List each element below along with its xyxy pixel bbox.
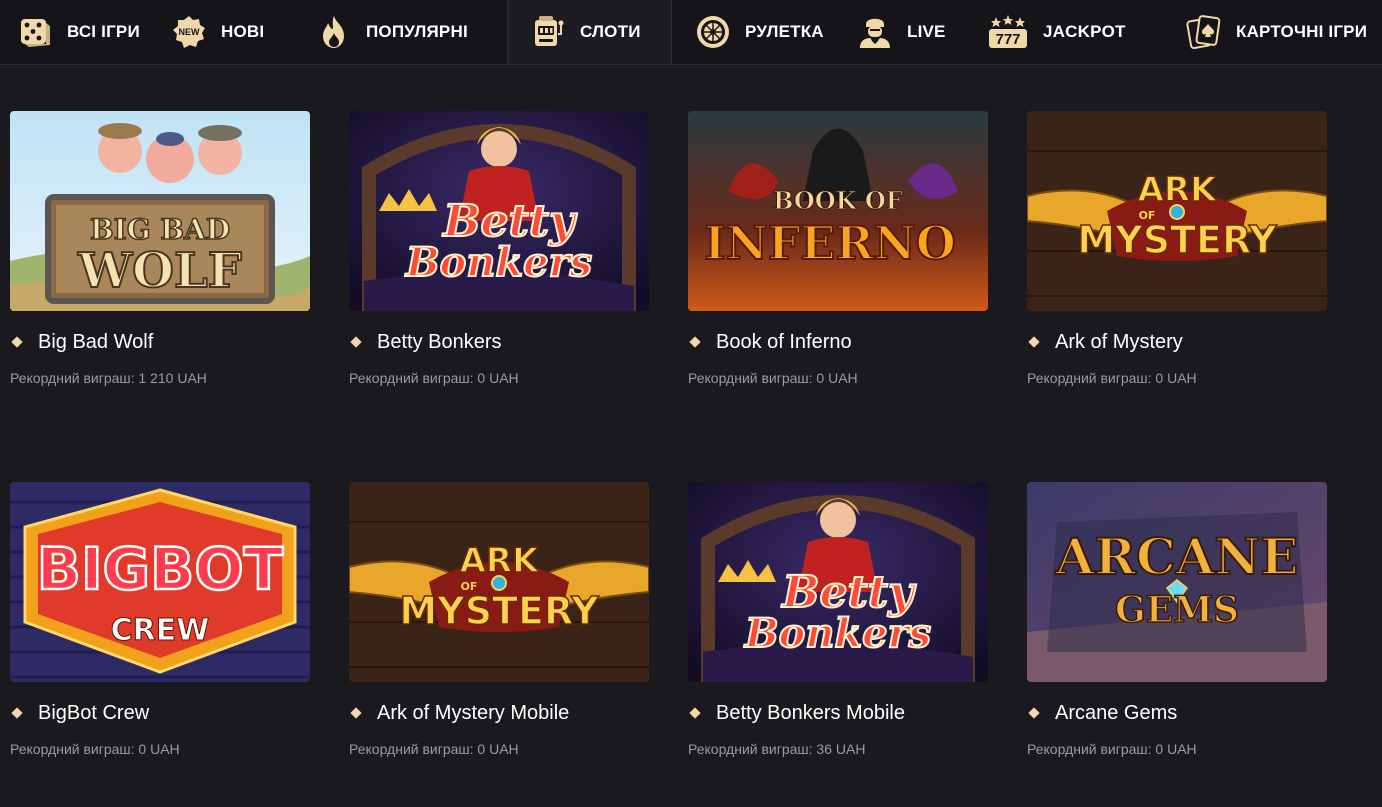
nav-label: LIVE bbox=[907, 22, 946, 41]
game-card[interactable]: BOOK OF INFERNO Book of Inferno Рекордни… bbox=[688, 111, 988, 386]
fire-icon bbox=[316, 14, 352, 50]
game-title[interactable]: Ark of Mystery Mobile bbox=[377, 702, 569, 725]
game-title-row: Ark of Mystery bbox=[1027, 330, 1327, 354]
art-title-line-1: BIGBOT bbox=[37, 535, 284, 603]
game-title-row: Arcane Gems bbox=[1027, 701, 1327, 725]
new-badge-text: NEW bbox=[179, 27, 201, 37]
nav-slots[interactable]: СЛОТИ bbox=[507, 0, 672, 64]
art-title-line-2: CREW bbox=[111, 613, 210, 648]
gem-icon bbox=[1169, 204, 1185, 220]
gem-icon bbox=[491, 575, 507, 591]
category-nav: ВСІ ІГРИ NEW НОВІ ПОПУЛЯРНІ СЛОТИ РУЛЕТК… bbox=[0, 0, 1382, 65]
art-title-line-1: ARK bbox=[460, 541, 540, 581]
nav-popular[interactable]: ПОПУЛЯРНІ bbox=[313, 0, 507, 64]
diamond-icon bbox=[350, 707, 362, 719]
dealer-icon bbox=[857, 14, 893, 50]
art-title-line-2: Bonkers bbox=[744, 610, 931, 657]
nav-live[interactable]: LIVE bbox=[853, 0, 988, 64]
game-title[interactable]: Ark of Mystery bbox=[1055, 331, 1183, 354]
art-title-line-1: BOOK OF bbox=[773, 186, 903, 215]
record-win: Рекордний виграш: 1 210 UAH bbox=[10, 370, 207, 386]
art-title-line-2: Bonkers bbox=[405, 239, 592, 286]
game-title-row: Big Bad Wolf bbox=[10, 330, 310, 354]
nav-jackpot[interactable]: 777 JACKPOT bbox=[988, 0, 1172, 64]
nav-label: ВСІ ІГРИ bbox=[67, 22, 140, 41]
art-title-line-1: ARK bbox=[1138, 170, 1218, 210]
record-win: Рекордний виграш: 0 UAH bbox=[349, 741, 519, 757]
game-title-row: Betty Bonkers Mobile bbox=[688, 701, 988, 725]
art-title-line-3: MYSTERY bbox=[1077, 218, 1277, 262]
game-title[interactable]: BigBot Crew bbox=[38, 702, 149, 725]
game-title[interactable]: Betty Bonkers bbox=[377, 331, 502, 354]
game-thumbnail[interactable]: ARCANE GEMS bbox=[1027, 482, 1327, 682]
game-card[interactable]: ARK OF MYSTERY Ark of Mystery Рекордний … bbox=[1027, 111, 1327, 386]
game-title-row: Ark of Mystery Mobile bbox=[349, 701, 649, 725]
game-thumbnail[interactable]: BIGBOT CREW bbox=[10, 482, 310, 682]
art-title-line-2: INFERNO bbox=[704, 216, 956, 270]
game-card[interactable]: ARK OF MYSTERY Ark of Mystery Mobile Рек… bbox=[349, 482, 649, 757]
record-win: Рекордний виграш: 0 UAH bbox=[1027, 370, 1197, 386]
diamond-icon bbox=[1028, 707, 1040, 719]
record-win: Рекордний виграш: 0 UAH bbox=[1027, 741, 1197, 757]
nav-all-games[interactable]: ВСІ ІГРИ bbox=[0, 0, 165, 64]
game-thumbnail[interactable]: BOOK OF INFERNO bbox=[688, 111, 988, 311]
nav-label: JACKPOT bbox=[1043, 22, 1126, 41]
record-win: Рекордний виграш: 0 UAH bbox=[10, 741, 180, 757]
game-card[interactable]: ARCANE GEMS Arcane Gems Рекордний виграш… bbox=[1027, 482, 1327, 757]
jackpot-777-icon: 777 bbox=[988, 14, 1028, 50]
nav-label: КАРТОЧНІ ІГРИ bbox=[1236, 22, 1368, 41]
record-win: Рекордний виграш: 0 UAH bbox=[349, 370, 519, 386]
game-title-row: BigBot Crew bbox=[10, 701, 310, 725]
nav-card-games[interactable]: КАРТОЧНІ ІГРИ bbox=[1172, 0, 1367, 64]
game-thumbnail[interactable]: Betty Bonkers bbox=[688, 482, 988, 682]
dice-icon bbox=[17, 14, 53, 50]
game-title-row: Book of Inferno bbox=[688, 330, 988, 354]
diamond-icon bbox=[689, 707, 701, 719]
new-badge-icon: NEW bbox=[171, 14, 207, 50]
diamond-icon bbox=[350, 336, 362, 348]
game-thumbnail[interactable]: Betty Bonkers bbox=[349, 111, 649, 311]
game-thumbnail[interactable]: BIG BAD WOLF bbox=[10, 111, 310, 311]
nav-label: СЛОТИ bbox=[580, 22, 641, 41]
cards-icon bbox=[1186, 14, 1222, 50]
game-thumbnail[interactable]: ARK OF MYSTERY bbox=[349, 482, 649, 682]
jackpot-777-text: 777 bbox=[995, 31, 1020, 48]
nav-new[interactable]: NEW НОВІ bbox=[165, 0, 313, 64]
game-title-row: Betty Bonkers bbox=[349, 330, 649, 354]
game-title[interactable]: Arcane Gems bbox=[1055, 702, 1177, 725]
game-title[interactable]: Big Bad Wolf bbox=[38, 331, 153, 354]
diamond-icon bbox=[1028, 336, 1040, 348]
art-title-line-2: WOLF bbox=[77, 243, 242, 299]
game-card[interactable]: Betty Bonkers Betty Bonkers Рекордний ви… bbox=[349, 111, 649, 386]
game-thumbnail[interactable]: ARK OF MYSTERY bbox=[1027, 111, 1327, 311]
slot-machine-icon bbox=[530, 14, 566, 50]
game-card[interactable]: BIGBOT CREW BigBot Crew Рекордний виграш… bbox=[10, 482, 310, 757]
art-title-line-2: GEMS bbox=[1115, 589, 1239, 631]
art-title-line-1: ARCANE bbox=[1055, 527, 1299, 586]
nav-label: ПОПУЛЯРНІ bbox=[366, 22, 468, 41]
nav-label: РУЛЕТКА bbox=[745, 22, 824, 41]
art-title-line-3: MYSTERY bbox=[399, 589, 599, 633]
roulette-icon bbox=[695, 14, 731, 50]
diamond-icon bbox=[11, 336, 23, 348]
diamond-icon bbox=[11, 707, 23, 719]
game-card[interactable]: BIG BAD WOLF Big Bad Wolf Рекордний вигр… bbox=[10, 111, 310, 386]
diamond-icon bbox=[689, 336, 701, 348]
nav-roulette[interactable]: РУЛЕТКА bbox=[672, 0, 853, 64]
game-title[interactable]: Betty Bonkers Mobile bbox=[716, 702, 905, 725]
art-title-line-1: BIG BAD bbox=[90, 213, 230, 246]
record-win: Рекордний виграш: 36 UAH bbox=[688, 741, 866, 757]
game-title[interactable]: Book of Inferno bbox=[716, 331, 852, 354]
record-win: Рекордний виграш: 0 UAH bbox=[688, 370, 858, 386]
game-card[interactable]: Betty Bonkers Betty Bonkers Mobile Рекор… bbox=[688, 482, 988, 757]
nav-label: НОВІ bbox=[221, 22, 265, 41]
